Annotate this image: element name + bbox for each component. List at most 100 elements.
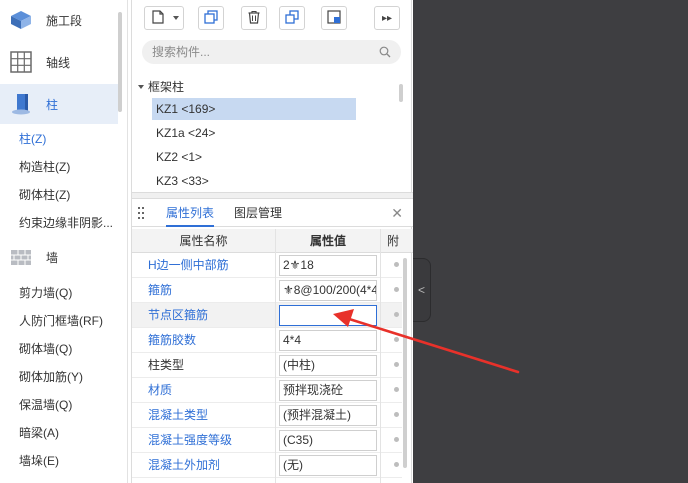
copy-component-button[interactable]: [198, 6, 224, 30]
close-icon[interactable]: ✕: [391, 205, 403, 222]
tree-item-kz3[interactable]: KZ3 <33>: [152, 170, 356, 192]
double-chevron-right-icon: ▸▸: [381, 12, 393, 24]
nav-item-constructional-column[interactable]: 构造柱(Z): [0, 153, 118, 181]
nav-category-label: 施工段: [46, 13, 83, 28]
nav-item-masonry-wall[interactable]: 砌体墙(Q): [0, 335, 118, 363]
search-icon[interactable]: [379, 46, 391, 61]
delete-component-button[interactable]: [241, 6, 267, 30]
new-component-button[interactable]: [144, 6, 184, 30]
copy-icon: [203, 9, 219, 28]
component-panel: ▸▸ 框架柱 KZ1 <169> KZ1a <24> KZ2 <1> KZ3 <…: [131, 0, 413, 483]
attach-checkbox[interactable]: [394, 412, 399, 417]
caret-down-icon[interactable]: [138, 84, 144, 89]
table-row[interactable]: 箍筋胶数 4*4: [132, 328, 402, 353]
nav-category-stage[interactable]: 施工段: [0, 0, 118, 40]
property-value-field[interactable]: 2⚜18: [279, 255, 377, 276]
property-value-field[interactable]: (C35): [279, 430, 377, 451]
property-value-field[interactable]: 4*4: [279, 330, 377, 351]
wall-icon: [8, 244, 34, 270]
property-name: 箍筋: [148, 283, 173, 297]
nav-item-shear-wall[interactable]: 剪力墙(Q): [0, 279, 118, 307]
table-row[interactable]: H边一侧中部筋 2⚜18: [132, 253, 402, 278]
header-property-name: 属性名称: [179, 234, 228, 248]
attach-checkbox[interactable]: [394, 362, 399, 367]
tree-item-kz2[interactable]: KZ2 <1>: [152, 146, 356, 168]
panel-splitter[interactable]: [132, 192, 413, 199]
copy-to-floor-button[interactable]: [279, 6, 305, 30]
nav-scrollbar[interactable]: [118, 12, 122, 112]
tab-property-list[interactable]: 属性列表: [166, 199, 215, 227]
collapse-panel-handle[interactable]: <: [413, 258, 431, 322]
property-value-field[interactable]: [279, 305, 377, 326]
table-row[interactable]: 混凝土强度等级 (C35): [132, 428, 402, 453]
axis-grid-icon: [8, 49, 34, 75]
search-box[interactable]: [142, 40, 401, 64]
nav-category-label: 柱: [46, 97, 59, 112]
chevron-left-icon: <: [417, 283, 425, 297]
property-value-field[interactable]: 预拌现浇砼: [279, 380, 377, 401]
nav-category-label: 墙: [46, 250, 59, 265]
toolbar: ▸▸: [132, 0, 413, 36]
nav-item-masonry-reinforcement[interactable]: 砌体加筋(Y): [0, 363, 118, 391]
nav-item-constraint-edge[interactable]: 约束边缘非阴影...: [0, 209, 118, 237]
table-row[interactable]: 柱类型 (中柱): [132, 353, 402, 378]
trash-icon: [246, 9, 262, 28]
attach-checkbox[interactable]: [394, 262, 399, 267]
property-value-field[interactable]: (无): [279, 455, 377, 476]
attach-checkbox[interactable]: [394, 462, 399, 467]
tree-item-kz1[interactable]: KZ1 <169>: [152, 98, 356, 120]
table-row[interactable]: 箍筋 ⚜8@100/200(4*4: [132, 278, 402, 303]
tree-root-frame-column[interactable]: 框架柱: [138, 78, 184, 95]
property-name: 混凝土类型: [148, 408, 209, 422]
table-row[interactable]: 混凝土外加剂 (无): [132, 453, 402, 478]
import-icon: [326, 9, 342, 28]
nav-item-civil-defense-wall[interactable]: 人防门框墙(RF): [0, 307, 118, 335]
property-scrollbar[interactable]: [403, 258, 407, 468]
nav-category-column[interactable]: 柱: [0, 84, 118, 124]
import-component-button[interactable]: [321, 6, 347, 30]
left-nav: 施工段 轴线 柱 柱(Z) 构造柱(Z) 砌体柱(Z) 约束边缘非阴影... 墙…: [0, 0, 128, 483]
nav-category-wall[interactable]: 墙: [0, 237, 118, 277]
nav-item-column[interactable]: 柱(Z): [0, 125, 118, 153]
header-property-value: 属性值: [309, 234, 346, 248]
attach-checkbox[interactable]: [394, 437, 399, 442]
column-divider: [275, 229, 276, 483]
drawing-viewport[interactable]: [413, 0, 688, 483]
column-icon: [8, 91, 34, 117]
nav-item-insulation-wall[interactable]: 保温墙(Q): [0, 391, 118, 419]
property-value-field[interactable]: ⚜8@100/200(4*4: [279, 280, 377, 301]
nav-category-label: 轴线: [46, 55, 71, 70]
search-input[interactable]: [152, 45, 362, 59]
tree-item-kz1a[interactable]: KZ1a <24>: [152, 122, 356, 144]
expand-panel-button[interactable]: ▸▸: [374, 6, 400, 30]
attach-checkbox[interactable]: [394, 287, 399, 292]
property-tabs: 属性列表 图层管理 ✕: [132, 199, 413, 227]
property-name: 材质: [148, 383, 173, 397]
table-row[interactable]: 材质 预拌现浇砼: [132, 378, 402, 403]
attach-checkbox[interactable]: [394, 387, 399, 392]
attach-checkbox[interactable]: [394, 312, 399, 317]
layers-copy-icon: [284, 9, 300, 28]
table-row[interactable]: 混凝土类型 (预拌混凝土): [132, 403, 402, 428]
property-name: 混凝土外加剂: [148, 458, 221, 472]
property-name: 柱类型: [148, 358, 185, 372]
property-value-field[interactable]: (预拌混凝土): [279, 405, 377, 426]
tree-scrollbar[interactable]: [399, 84, 403, 102]
new-file-icon: [150, 9, 166, 28]
property-table: H边一侧中部筋 2⚜18 箍筋 ⚜8@100/200(4*4 节点区箍筋 箍筋胶…: [132, 253, 413, 483]
column-divider: [380, 229, 381, 483]
tab-layer-management[interactable]: 图层管理: [234, 199, 282, 227]
property-name: 箍筋胶数: [148, 333, 197, 347]
nav-category-axis[interactable]: 轴线: [0, 42, 118, 82]
nav-item-wall-pier[interactable]: 墙垛(E): [0, 447, 118, 475]
property-value-field[interactable]: (中柱): [279, 355, 377, 376]
property-table-header: 属性名称 属性值 附: [132, 229, 413, 253]
stage-icon: [8, 7, 34, 33]
attach-checkbox[interactable]: [394, 337, 399, 342]
nav-item-hidden-beam[interactable]: 暗梁(A): [0, 419, 118, 447]
drag-grip-icon[interactable]: [138, 207, 144, 219]
table-row[interactable]: 节点区箍筋: [132, 303, 402, 328]
chevron-down-icon[interactable]: [173, 16, 179, 20]
nav-item-masonry-column[interactable]: 砌体柱(Z): [0, 181, 118, 209]
tree-root-label: 框架柱: [148, 80, 185, 94]
